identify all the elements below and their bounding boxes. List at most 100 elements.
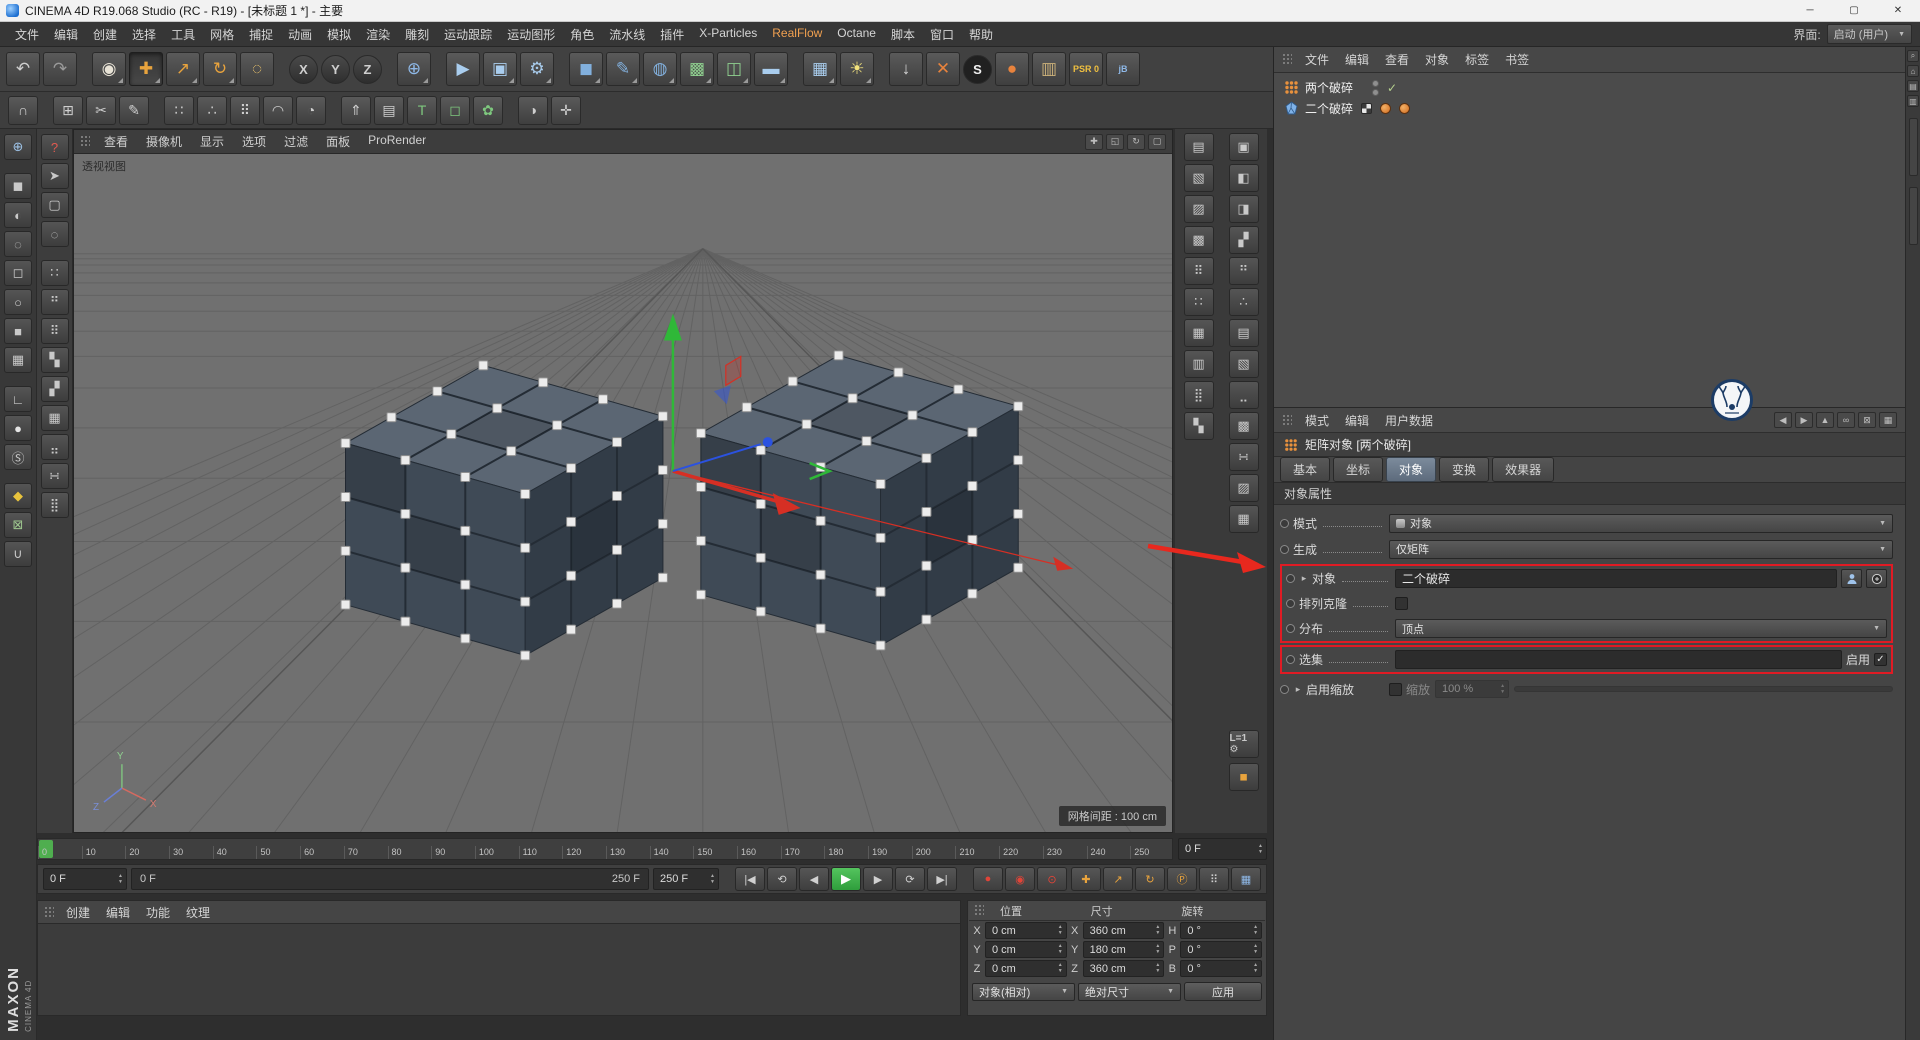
grid-a-icon[interactable]: ∷ [41, 260, 69, 286]
keyframe-dot[interactable] [1280, 519, 1289, 528]
palette-a5-icon[interactable]: ⠿ [1184, 257, 1214, 285]
object-row-fracture[interactable]: 二个破碎 [1274, 98, 1905, 119]
cursor-icon[interactable]: ➤ [41, 163, 69, 189]
menu-item[interactable]: 帮助 [962, 23, 1000, 46]
object-manager-menu-item[interactable]: 查看 [1378, 48, 1416, 71]
panel-grip-icon[interactable] [974, 904, 984, 917]
palette-a9-icon[interactable]: ⣿ [1184, 381, 1214, 409]
docked-panel-tab[interactable] [1909, 187, 1918, 245]
stepper-arrows[interactable]: ▲▼ [1058, 925, 1063, 936]
earth-icon[interactable]: ⊕ [4, 134, 32, 160]
menu-item[interactable]: 捕捉 [242, 23, 280, 46]
sculpt-icon[interactable]: ◔ [296, 96, 326, 125]
object-manager-menu-item[interactable]: 标签 [1458, 48, 1496, 71]
xparticles-icon[interactable]: ✕ [926, 52, 960, 86]
grid-i-icon[interactable]: ⣿ [41, 492, 69, 518]
attribute-tab[interactable]: 对象 [1386, 457, 1436, 482]
stepper-arrows[interactable]: ▲▼ [1155, 963, 1160, 974]
menu-item[interactable]: 插件 [653, 23, 691, 46]
keyframe-dot[interactable] [1286, 655, 1295, 664]
lock-icon[interactable]: ⊠ [1858, 412, 1876, 428]
mouse-icon[interactable]: ● [4, 415, 32, 441]
material-menu-item[interactable]: 创建 [59, 901, 97, 924]
stepper-arrows[interactable]: ▲▼ [118, 874, 123, 885]
menu-item[interactable]: 雕刻 [398, 23, 436, 46]
attribute-tab[interactable]: 效果器 [1492, 457, 1554, 482]
menu-item[interactable]: 流水线 [602, 23, 652, 46]
link-icon[interactable]: ∞ [1837, 412, 1855, 428]
viewport-menu-item[interactable]: 选项 [234, 131, 274, 152]
rot-p-field[interactable]: 0 °▲▼ [1180, 941, 1262, 958]
forward-icon[interactable]: ▶ [1795, 412, 1813, 428]
size-mode-select[interactable]: 绝对尺寸 ▼ [1078, 983, 1181, 1001]
menu-item[interactable]: 文件 [8, 23, 46, 46]
settings-grid-icon[interactable]: ▦ [1879, 412, 1897, 428]
palette-a7-icon[interactable]: ▦ [1184, 319, 1214, 347]
palette-b13-icon[interactable]: ▦ [1229, 505, 1259, 533]
attribute-menu-item[interactable]: 模式 [1298, 409, 1336, 432]
viewport-menu-item[interactable]: ProRender [360, 131, 434, 152]
home-icon[interactable]: ⌂ [1907, 65, 1919, 77]
palette-b10-icon[interactable]: ▩ [1229, 412, 1259, 440]
zoom-view-icon[interactable]: ◱ [1106, 134, 1124, 150]
magnet-icon[interactable]: ∪ [4, 541, 32, 567]
pos-z-field[interactable]: 0 cm▲▼ [985, 960, 1067, 977]
grid-h-icon[interactable]: ∺ [41, 463, 69, 489]
grid-e-icon[interactable]: ▞ [41, 376, 69, 402]
maximize-view-icon[interactable]: ▢ [1148, 134, 1166, 150]
menu-item[interactable]: 窗口 [923, 23, 961, 46]
stepper-arrows[interactable]: ▲▼ [1253, 925, 1258, 936]
panel-grip-icon[interactable] [1282, 53, 1292, 66]
transform-mode-select[interactable]: 对象(相对) ▼ [972, 983, 1075, 1001]
material-menu-item[interactable]: 功能 [139, 901, 177, 924]
goto-end-button[interactable]: ▶| [927, 867, 957, 891]
stepper-arrows[interactable]: ▲▼ [1155, 925, 1160, 936]
rotate-tool-icon[interactable]: ↻ [203, 52, 237, 86]
pos-y-field[interactable]: 0 cm▲▼ [985, 941, 1067, 958]
target-picker-icon[interactable] [1866, 569, 1887, 588]
next-frame-button[interactable]: ▶ [863, 867, 893, 891]
scale-spinbox[interactable]: 100 % ▲▼ [1435, 680, 1509, 698]
object-manager-menu-item[interactable]: 书签 [1498, 48, 1536, 71]
menu-item[interactable]: 网格 [203, 23, 241, 46]
enable-scale-checkbox[interactable] [1389, 683, 1402, 696]
uv-mode-icon[interactable]: ◌ [4, 231, 32, 257]
docked-panel-tab[interactable] [1909, 118, 1918, 176]
key-position-button[interactable]: ✚ [1071, 867, 1101, 891]
search-icon[interactable]: ⌕ [1907, 50, 1919, 62]
preview-range-slider[interactable]: 0 F 250 F [131, 868, 649, 890]
menu-item[interactable]: Octane [830, 23, 883, 46]
menu-item[interactable]: X-Particles [692, 23, 764, 46]
menu-item[interactable]: 创建 [86, 23, 124, 46]
menu-item[interactable]: 脚本 [884, 23, 922, 46]
move-tool-icon[interactable]: ✚ [129, 52, 163, 86]
render-view-icon[interactable]: ▶ [446, 52, 480, 86]
palette-b2-icon[interactable]: ◧ [1229, 164, 1259, 192]
keyframe-dot[interactable] [1286, 574, 1295, 583]
enabled-check-icon[interactable]: ✓ [1387, 81, 1397, 95]
palette-b12-icon[interactable]: ▨ [1229, 474, 1259, 502]
stepper-arrows[interactable]: ▲▼ [1058, 963, 1063, 974]
grid-f-icon[interactable]: ▦ [41, 405, 69, 431]
grid-b-icon[interactable]: ⠛ [41, 289, 69, 315]
matrix-dots-icon[interactable]: ⠿ [230, 96, 260, 125]
polygon-pen-icon[interactable]: ✎ [119, 96, 149, 125]
viewport-menu-item[interactable]: 显示 [192, 131, 232, 152]
viewport-menu-item[interactable]: 过滤 [276, 131, 316, 152]
record-keyframe-button[interactable]: ● [973, 867, 1003, 891]
rot-h-field[interactable]: 0 °▲▼ [1180, 922, 1262, 939]
stepper-arrows[interactable]: ▲▼ [1253, 963, 1258, 974]
record-position-button[interactable]: ◉ [1005, 867, 1035, 891]
stepper-arrows[interactable]: ▲▼ [710, 874, 715, 885]
size-y-field[interactable]: 180 cm▲▼ [1083, 941, 1165, 958]
extrude-icon[interactable]: ⇑ [341, 96, 371, 125]
palette-b4-icon[interactable]: ▞ [1229, 226, 1259, 254]
menu-item[interactable]: 角色 [563, 23, 601, 46]
marquee-select-icon[interactable]: ▢ [41, 192, 69, 218]
minimize-button[interactable]: ─ [1788, 0, 1832, 21]
license-icon[interactable]: ▥ [1032, 52, 1066, 86]
wire-cube-icon[interactable]: ◻ [4, 260, 32, 286]
palette-a1-icon[interactable]: ▤ [1184, 133, 1214, 161]
camera-icon[interactable]: ▦ [803, 52, 837, 86]
palette-b9-icon[interactable]: ⣀ [1229, 381, 1259, 409]
